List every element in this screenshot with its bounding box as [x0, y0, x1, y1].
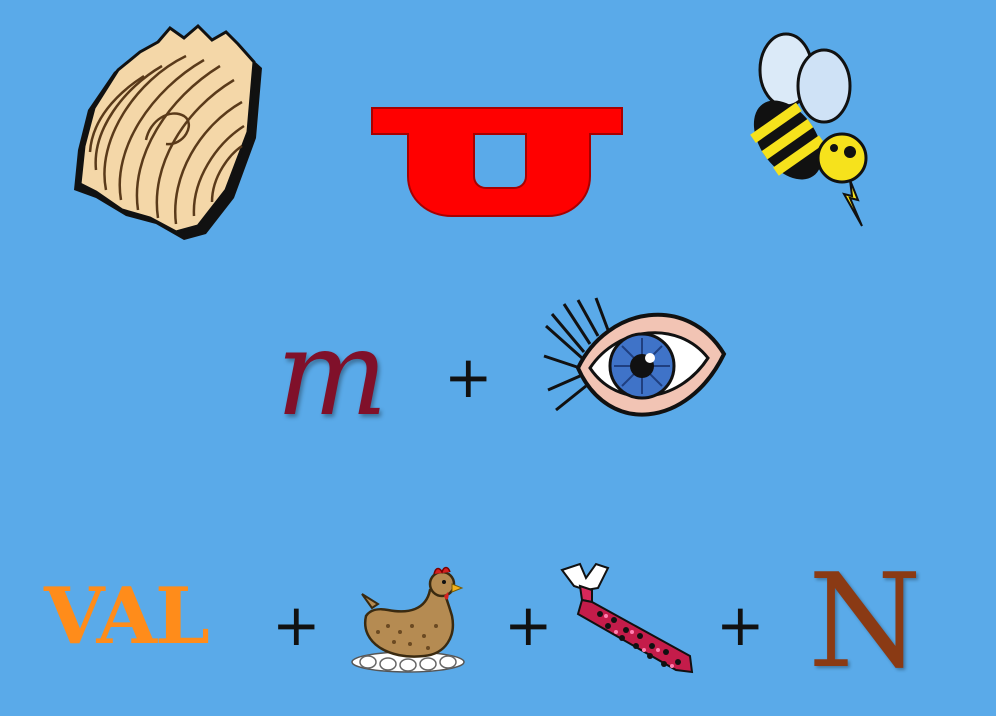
- plus-sign: +: [716, 591, 765, 659]
- necktie-icon: [560, 562, 694, 674]
- wood-plank-icon: [74, 23, 262, 240]
- plus-sign: +: [504, 591, 553, 659]
- magnet-icon: [371, 107, 623, 217]
- plus-sign: +: [272, 591, 321, 659]
- bee-icon: [750, 32, 868, 227]
- eye-icon: [543, 297, 727, 417]
- letter-n: N: [808, 545, 922, 697]
- letter-m: m: [276, 304, 388, 442]
- word-val: VAL: [44, 571, 210, 662]
- plus-sign: +: [444, 343, 493, 411]
- hen-icon: [351, 566, 465, 673]
